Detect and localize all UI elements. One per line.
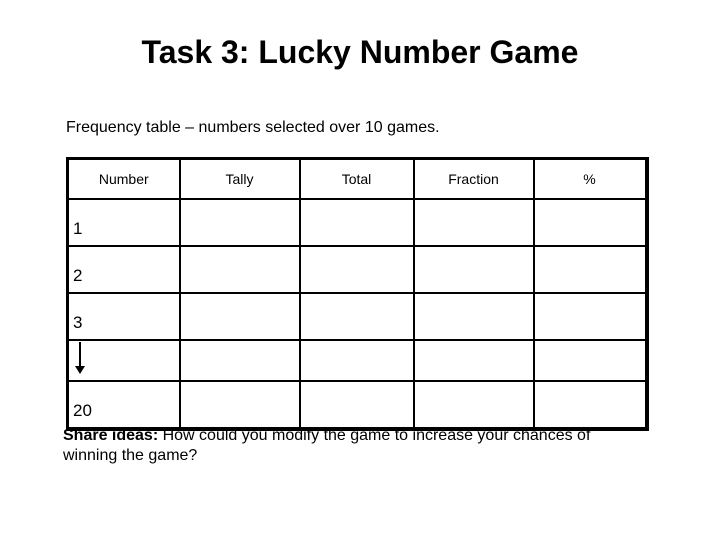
number-cell: 1	[67, 198, 181, 247]
total-cell[interactable]	[298, 245, 415, 294]
tally-cell[interactable]	[178, 198, 301, 247]
header-total: Total	[298, 158, 415, 200]
fraction-cell[interactable]	[412, 292, 535, 341]
header-tally: Tally	[178, 158, 301, 200]
fraction-cell[interactable]	[412, 339, 535, 382]
percent-cell[interactable]	[532, 339, 647, 382]
number-cell: 3	[67, 292, 181, 341]
down-arrow-icon	[75, 342, 85, 374]
fraction-cell[interactable]	[412, 245, 535, 294]
table-row	[67, 339, 647, 382]
total-cell[interactable]	[298, 198, 415, 247]
page-title: Task 3: Lucky Number Game	[141, 34, 579, 70]
number-cell	[67, 339, 181, 382]
total-cell[interactable]	[298, 380, 415, 429]
table-row: 2	[67, 245, 647, 294]
percent-cell[interactable]	[532, 380, 647, 429]
fraction-cell[interactable]	[412, 198, 535, 247]
share-ideas-prompt: Share ideas: How could you modify the ga…	[63, 426, 603, 466]
number-cell: 2	[67, 245, 181, 294]
fraction-cell[interactable]	[412, 380, 535, 429]
frequency-table: Number Tally Total Fraction % 1 2 3 20	[66, 157, 649, 431]
percent-cell[interactable]	[532, 245, 647, 294]
percent-cell[interactable]	[532, 198, 647, 247]
table-row: 1	[67, 198, 647, 247]
tally-cell[interactable]	[178, 245, 301, 294]
table-header-row: Number Tally Total Fraction %	[67, 158, 647, 200]
header-number: Number	[67, 158, 181, 200]
table-row: 20	[67, 380, 647, 429]
header-fraction: Fraction	[412, 158, 535, 200]
total-cell[interactable]	[298, 339, 415, 382]
number-cell: 20	[67, 380, 181, 429]
tally-cell[interactable]	[178, 339, 301, 382]
tally-cell[interactable]	[178, 380, 301, 429]
table-caption: Frequency table – numbers selected over …	[66, 119, 440, 136]
total-cell[interactable]	[298, 292, 415, 341]
table-row: 3	[67, 292, 647, 341]
share-ideas-label: Share ideas:	[63, 427, 159, 444]
header-percent: %	[532, 158, 647, 200]
tally-cell[interactable]	[178, 292, 301, 341]
percent-cell[interactable]	[532, 292, 647, 341]
